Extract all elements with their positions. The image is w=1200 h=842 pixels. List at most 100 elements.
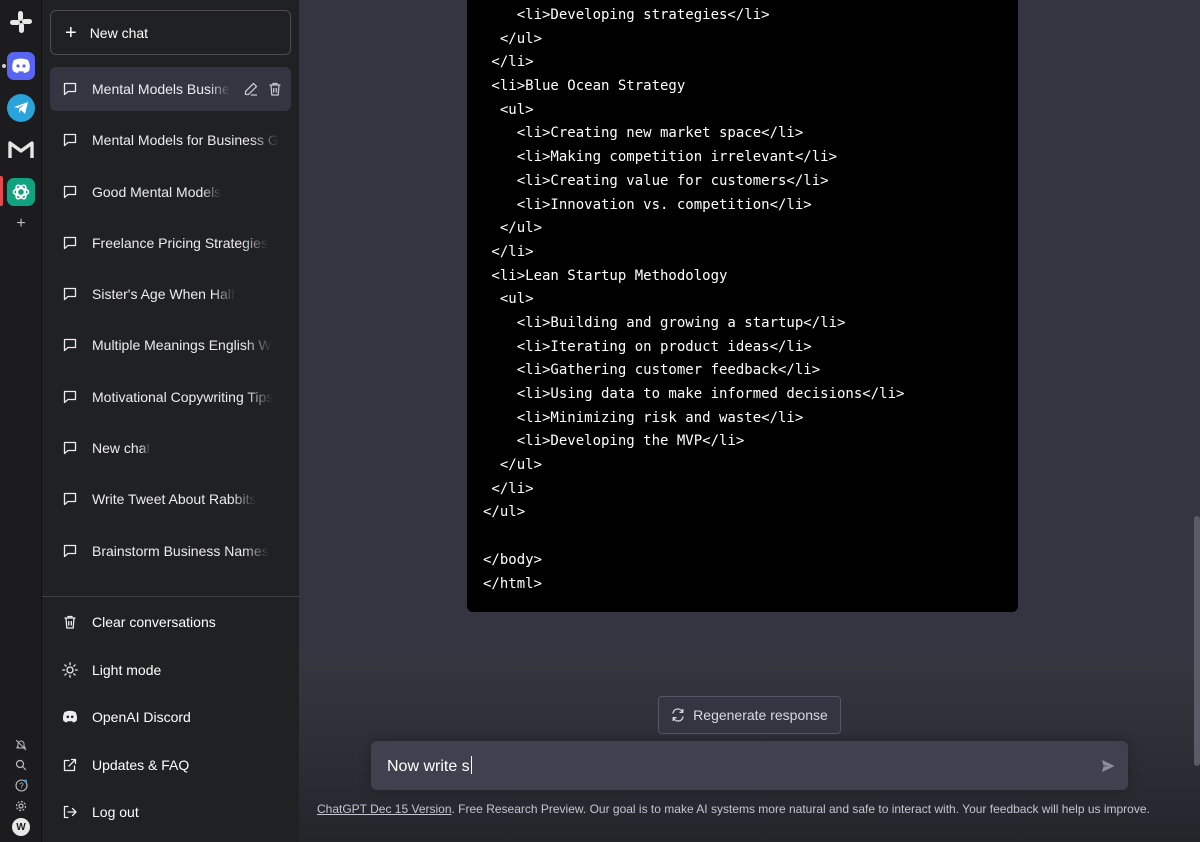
conversation-item[interactable]: Sister's Age When Half [50,272,291,316]
trash-icon [64,615,76,629]
discord-icon[interactable] [7,52,35,80]
updates-faq-label: Updates & FAQ [92,757,190,773]
settings-icon[interactable] [12,797,30,815]
gmail-icon[interactable] [7,136,35,164]
code-line: <li>Making competition irrelevant</li> [483,149,838,166]
message-input-value: Now write s [387,758,470,775]
chat-bubble-icon [63,82,77,96]
conversation-list[interactable]: Mental Models Busine Mental Models for B… [50,67,291,595]
conversation-item-active[interactable]: Mental Models Busine [50,67,291,111]
conversation-title: Multiple Meanings English W [92,337,272,354]
clear-conversations-label: Clear conversations [92,614,216,630]
version-link[interactable]: ChatGPT Dec 15 Version [317,802,452,816]
chatgpt-icon[interactable] [7,178,35,206]
footer-text: . Free Research Preview. Our goal is to … [451,802,1150,816]
chat-bubble-icon [63,441,77,455]
refresh-icon [672,708,684,722]
code-line: <ul> [483,101,534,118]
code-line: <li>Minimizing risk and waste</li> [483,409,804,426]
code-line: </body> [483,551,543,568]
sidebar-divider [42,596,299,597]
chat-bubble-icon [63,339,77,352]
conversation-item[interactable]: New chat [50,426,291,470]
conversation-title: Sister's Age When Half [92,286,235,303]
new-chat-label: New chat [89,24,149,41]
code-line: <ul> [483,291,534,308]
code-line: </ul> [483,30,543,47]
svg-text:?: ? [19,781,24,790]
discord-icon [62,710,78,723]
edit-icon[interactable] [243,81,259,97]
delete-icon[interactable] [267,81,283,97]
code-line: <li>Innovation vs. competition</li> [483,196,812,213]
conversation-title: New chat [92,440,151,457]
code-line: </li> [483,243,534,260]
help-icon[interactable]: ? [12,776,30,794]
code-line: <li>Using data to make informed decision… [483,386,905,402]
code-line: <li>Developing strategies</li> [483,7,770,23]
conversation-item[interactable]: Multiple Meanings English W [50,323,291,367]
code-line: <li>Creating new market space</li> [483,125,804,142]
unread-dot [2,64,6,68]
chat-bubble-icon [63,544,77,557]
code-line: </ul> [483,220,543,237]
log-out-button[interactable]: Log out [50,792,291,832]
telegram-icon[interactable] [7,94,35,122]
log-out-icon [63,805,77,819]
log-out-label: Log out [92,804,139,820]
clear-conversations-button[interactable]: Clear conversations [50,602,291,642]
chat-bubble-icon [63,236,77,250]
conversation-item[interactable]: Write Tweet About Rabbits [50,477,291,521]
code-line: <li>Creating value for customers</li> [483,172,829,189]
conversation-item[interactable]: Mental Models for Business G [50,118,291,162]
code-line: </html> [483,575,543,592]
chat-bubble-icon [63,390,77,403]
openai-discord-link[interactable]: OpenAI Discord [50,697,291,737]
code-line: </ul> [483,504,526,521]
workspace-icon[interactable]: W [12,818,30,836]
slack-icon[interactable] [7,8,35,36]
chat-bubble-icon [63,493,77,506]
conversation-item[interactable]: Motivational Copywriting Tips [50,375,291,419]
code-line: <li>Developing the MVP</li> [483,433,745,450]
chat-main: <li>Developing strategies</li> </ul> </l… [299,0,1200,842]
new-chat-button[interactable]: + New chat [50,10,291,55]
message-input[interactable]: Now write s [371,741,1128,790]
code-line: </li> [483,54,534,71]
code-line: </li> [483,480,534,497]
code-line: <li>Building and growing a startup</li> [483,314,846,331]
code-block: <li>Developing strategies</li> </ul> </l… [467,0,1018,612]
updates-faq-link[interactable]: Updates & FAQ [50,745,291,785]
code-line: <li>Lean Startup Methodology [483,267,728,284]
external-link-icon [63,758,77,772]
openai-discord-label: OpenAI Discord [92,709,191,725]
light-mode-button[interactable]: Light mode [50,650,291,690]
search-icon[interactable] [12,756,30,774]
conversation-title: Mental Models Busine [92,81,230,97]
code-line: <li>Blue Ocean Strategy [483,78,686,95]
sun-icon [62,662,78,678]
notifications-off-icon[interactable] [12,736,30,754]
regenerate-response-label: Regenerate response [693,707,828,723]
app-rail: + ? W [0,0,42,842]
conversation-title: Mental Models for Business G [92,132,279,149]
code-line: </ul> [483,457,543,474]
conversation-item[interactable]: Freelance Pricing Strategies [50,221,291,265]
add-app-icon[interactable]: + [12,215,30,233]
chat-bubble-icon [63,288,77,301]
scrollbar[interactable] [1194,516,1200,766]
conversation-title: Freelance Pricing Strategies [92,234,268,251]
code-line: <li>Gathering customer feedback</li> [483,362,821,379]
conversation-title: Good Mental Models [92,183,222,200]
conversation-item[interactable]: Good Mental Models [50,170,291,214]
code-line: <li>Iterating on product ideas</li> [483,338,812,355]
regenerate-response-button[interactable]: Regenerate response [658,696,841,734]
footer-disclaimer: ChatGPT Dec 15 Version. Free Research Pr… [317,802,1187,816]
send-icon[interactable] [1100,758,1116,774]
active-app-indicator [0,176,3,206]
chat-sidebar: + New chat Mental Models Busine Mental M… [42,0,299,842]
conversation-item[interactable]: Brainstorm Business Names [50,529,291,573]
conversation-title: Brainstorm Business Names [92,542,269,559]
text-caret [470,756,472,774]
